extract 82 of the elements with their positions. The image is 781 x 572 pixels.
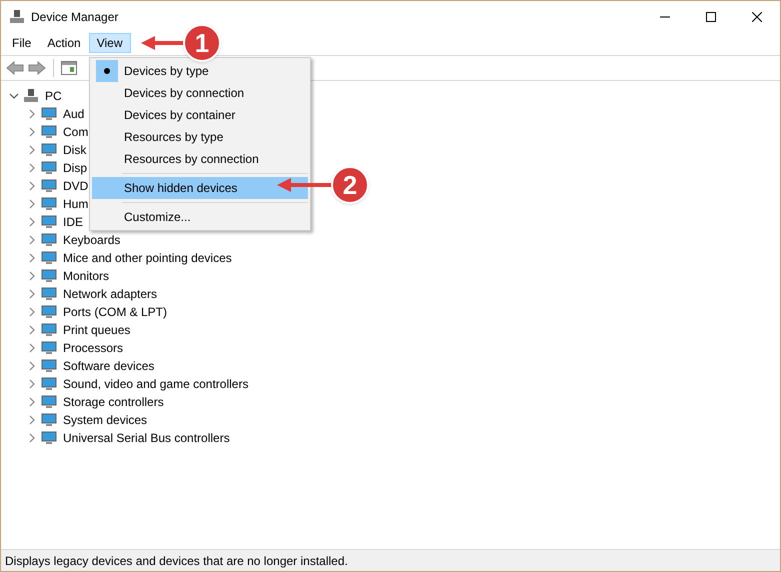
tree-item[interactable]: Com: [63, 123, 88, 141]
device-icon: [41, 250, 57, 266]
tree-item[interactable]: DVD: [63, 177, 88, 195]
expand-chevron-icon[interactable]: [27, 181, 37, 191]
tree-item[interactable]: Processors: [63, 339, 124, 357]
device-icon: [41, 376, 57, 392]
expand-chevron-icon[interactable]: [27, 433, 37, 443]
tree-item[interactable]: Storage controllers: [63, 393, 164, 411]
device-icon: [41, 412, 57, 428]
tree-item[interactable]: PC: [45, 87, 62, 105]
tree-item[interactable]: Mice and other pointing devices: [63, 249, 232, 267]
callout-number: 2: [331, 166, 369, 204]
back-arrow-icon[interactable]: [6, 61, 24, 75]
menu-item[interactable]: Action: [39, 33, 89, 53]
device-icon: [41, 178, 57, 194]
device-icon: [41, 232, 57, 248]
tree-item[interactable]: Hum: [63, 195, 88, 213]
tree-item[interactable]: System devices: [63, 411, 148, 429]
expand-chevron-icon[interactable]: [27, 271, 37, 281]
device-icon: [41, 106, 57, 122]
tree-item[interactable]: Universal Serial Bus controllers: [63, 429, 230, 447]
expand-chevron-icon[interactable]: [27, 145, 37, 155]
computer-icon: [9, 9, 25, 25]
menu-option[interactable]: Devices by type: [92, 60, 308, 82]
device-icon: [41, 340, 57, 356]
device-icon: [41, 160, 57, 176]
tree-item[interactable]: Sound, video and game controllers: [63, 375, 248, 393]
expand-chevron-icon[interactable]: [27, 127, 37, 137]
expand-chevron-icon[interactable]: [27, 325, 37, 335]
device-icon: [41, 358, 57, 374]
expand-chevron-icon[interactable]: [27, 397, 37, 407]
expand-chevron-icon[interactable]: [27, 235, 37, 245]
menu-item[interactable]: View: [88, 33, 130, 53]
device-icon: [41, 268, 57, 284]
device-icon: [41, 214, 57, 230]
expand-chevron-icon[interactable]: [27, 163, 37, 173]
menu-option[interactable]: Devices by container: [92, 104, 308, 126]
tree-item[interactable]: Keyboards: [63, 231, 120, 249]
maximize-icon: [706, 12, 716, 22]
menu-item[interactable]: File: [4, 33, 40, 53]
tree-item[interactable]: Print queues: [63, 321, 130, 339]
forward-arrow-icon[interactable]: [28, 61, 46, 75]
menu-option[interactable]: Resources by connection: [92, 148, 308, 170]
menu-option[interactable]: Devices by connection: [92, 82, 308, 104]
tree-item[interactable]: Aud: [63, 105, 84, 123]
tree-item[interactable]: Monitors: [63, 267, 110, 285]
menu-option[interactable]: Customize...: [92, 206, 308, 228]
tree-item[interactable]: Software devices: [63, 357, 154, 375]
tree-item[interactable]: Disp: [63, 159, 88, 177]
expand-chevron-icon[interactable]: [27, 307, 37, 317]
arrow-icon: [141, 36, 185, 50]
callout-number: 1: [183, 24, 221, 62]
status-text: Displays legacy devices and devices that are no longer installed.: [5, 552, 348, 570]
expand-chevron-icon[interactable]: [27, 109, 37, 119]
device-icon: [41, 196, 57, 212]
collapse-chevron-icon[interactable]: [9, 91, 19, 101]
arrow-icon: [277, 178, 333, 192]
expand-chevron-icon[interactable]: [27, 361, 37, 371]
device-icon: [41, 124, 57, 140]
device-icon: [41, 394, 57, 410]
tree-item[interactable]: Disk: [63, 141, 86, 159]
expand-chevron-icon[interactable]: [27, 217, 37, 227]
device-icon: [41, 142, 57, 158]
expand-chevron-icon[interactable]: [27, 253, 37, 263]
device-icon: [41, 304, 57, 320]
expand-chevron-icon[interactable]: [27, 415, 37, 425]
device-icon: [41, 286, 57, 302]
menu-option[interactable]: Resources by type: [92, 126, 308, 148]
expand-chevron-icon[interactable]: [27, 379, 37, 389]
expand-chevron-icon[interactable]: [27, 199, 37, 209]
computer-icon: [23, 88, 39, 104]
close-icon: [752, 12, 762, 22]
properties-icon[interactable]: [61, 61, 77, 75]
expand-chevron-icon[interactable]: [27, 343, 37, 353]
expand-chevron-icon[interactable]: [27, 289, 37, 299]
window-title: Device Manager: [31, 9, 118, 26]
device-icon: [41, 430, 57, 446]
tree-item[interactable]: IDE: [63, 213, 84, 231]
tree-item[interactable]: Network adapters: [63, 285, 158, 303]
tree-item[interactable]: Ports (COM & LPT): [63, 303, 168, 321]
menu-option[interactable]: Show hidden devices: [92, 177, 308, 199]
device-icon: [41, 322, 57, 338]
